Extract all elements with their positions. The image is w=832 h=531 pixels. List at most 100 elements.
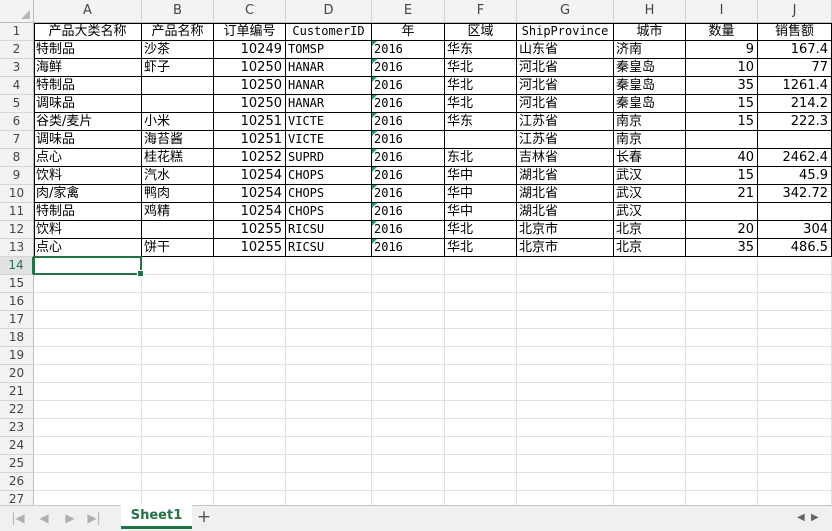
data-cell[interactable]: 东北 (445, 149, 517, 167)
data-cell[interactable]: 鸡精 (142, 203, 214, 221)
grid-cell[interactable] (142, 365, 214, 383)
data-cell[interactable] (686, 131, 758, 149)
data-cell[interactable]: 45.9 (758, 167, 832, 185)
grid-cell[interactable] (445, 293, 517, 311)
grid-cell[interactable] (372, 401, 445, 419)
data-cell[interactable]: 特制品 (34, 203, 142, 221)
grid-cell[interactable] (34, 437, 142, 455)
data-cell[interactable]: 2016 (372, 203, 445, 221)
data-cell[interactable]: 武汉 (614, 185, 686, 203)
grid-cell[interactable] (142, 347, 214, 365)
row-header-17[interactable]: 17 (0, 311, 34, 329)
grid-cell[interactable] (372, 275, 445, 293)
data-cell[interactable]: 点心 (34, 149, 142, 167)
row-header-15[interactable]: 15 (0, 275, 34, 293)
row-header-10[interactable]: 10 (0, 185, 34, 203)
row-header-22[interactable]: 22 (0, 401, 34, 419)
grid-cell[interactable] (758, 473, 832, 491)
data-cell[interactable]: 北京市 (517, 239, 614, 257)
grid-cell[interactable] (517, 383, 614, 401)
grid-cell[interactable] (686, 455, 758, 473)
data-cell[interactable]: 2016 (372, 95, 445, 113)
grid-cell[interactable] (214, 275, 286, 293)
data-cell[interactable]: 湖北省 (517, 203, 614, 221)
grid-cell[interactable] (686, 419, 758, 437)
column-header-C[interactable]: C (214, 0, 286, 23)
grid-cell[interactable] (445, 473, 517, 491)
data-cell[interactable]: 华北 (445, 77, 517, 95)
data-cell[interactable]: 饮料 (34, 221, 142, 239)
data-cell[interactable]: 河北省 (517, 95, 614, 113)
row-header-26[interactable]: 26 (0, 473, 34, 491)
data-cell[interactable]: VICTE (286, 113, 372, 131)
grid-cell[interactable] (614, 491, 686, 505)
data-cell[interactable]: 10 (686, 59, 758, 77)
grid-cell[interactable] (686, 311, 758, 329)
data-cell[interactable]: 35 (686, 77, 758, 95)
row-header-19[interactable]: 19 (0, 347, 34, 365)
grid-cell[interactable] (372, 383, 445, 401)
grid-cell[interactable] (286, 437, 372, 455)
grid-cell[interactable] (214, 257, 286, 275)
grid-cell[interactable] (142, 275, 214, 293)
data-cell[interactable]: 秦皇岛 (614, 95, 686, 113)
data-cell[interactable]: 2462.4 (758, 149, 832, 167)
grid-cell[interactable] (34, 365, 142, 383)
grid-cell[interactable] (445, 401, 517, 419)
grid-cell[interactable] (286, 293, 372, 311)
data-cell[interactable]: 南京 (614, 113, 686, 131)
data-cell[interactable]: 304 (758, 221, 832, 239)
grid-cell[interactable] (142, 383, 214, 401)
data-cell[interactable]: 35 (686, 239, 758, 257)
grid-cell[interactable] (686, 383, 758, 401)
grid-cell[interactable] (517, 257, 614, 275)
grid-cell[interactable] (142, 491, 214, 505)
grid-cell[interactable] (34, 257, 142, 275)
grid-cell[interactable] (445, 347, 517, 365)
row-header-14[interactable]: 14 (0, 257, 34, 275)
grid-cell[interactable] (142, 419, 214, 437)
row-header-12[interactable]: 12 (0, 221, 34, 239)
row-header-24[interactable]: 24 (0, 437, 34, 455)
row-header-8[interactable]: 8 (0, 149, 34, 167)
grid-cell[interactable] (214, 455, 286, 473)
data-cell[interactable]: CHOPS (286, 203, 372, 221)
data-cell[interactable]: 77 (758, 59, 832, 77)
header-cell[interactable]: 产品名称 (142, 23, 214, 41)
data-cell[interactable]: 40 (686, 149, 758, 167)
row-header-18[interactable]: 18 (0, 329, 34, 347)
data-cell[interactable]: 武汉 (614, 167, 686, 185)
data-cell[interactable]: 10250 (214, 59, 286, 77)
data-cell[interactable]: 2016 (372, 113, 445, 131)
grid-cell[interactable] (214, 437, 286, 455)
data-cell[interactable]: 特制品 (34, 41, 142, 59)
data-cell[interactable]: 10254 (214, 203, 286, 221)
data-cell[interactable]: 10250 (214, 95, 286, 113)
data-cell[interactable]: 小米 (142, 113, 214, 131)
grid-cell[interactable] (286, 347, 372, 365)
data-cell[interactable]: 华中 (445, 203, 517, 221)
data-cell[interactable]: 秦皇岛 (614, 77, 686, 95)
data-cell[interactable]: 486.5 (758, 239, 832, 257)
data-cell[interactable]: 214.2 (758, 95, 832, 113)
grid-cell[interactable] (517, 275, 614, 293)
data-cell[interactable]: 2016 (372, 59, 445, 77)
data-cell[interactable]: 江苏省 (517, 131, 614, 149)
data-cell[interactable]: 10249 (214, 41, 286, 59)
column-header-A[interactable]: A (34, 0, 142, 23)
column-header-B[interactable]: B (142, 0, 214, 23)
data-cell[interactable]: 点心 (34, 239, 142, 257)
data-cell[interactable]: 华北 (445, 59, 517, 77)
data-cell[interactable]: 20 (686, 221, 758, 239)
grid-cell[interactable] (214, 311, 286, 329)
grid-cell[interactable] (614, 365, 686, 383)
grid-cell[interactable] (758, 293, 832, 311)
data-cell[interactable]: 10254 (214, 167, 286, 185)
header-cell[interactable]: 区域 (445, 23, 517, 41)
grid-cell[interactable] (372, 347, 445, 365)
grid-cell[interactable] (286, 329, 372, 347)
data-cell[interactable]: 华北 (445, 239, 517, 257)
row-header-13[interactable]: 13 (0, 239, 34, 257)
scroll-left-icon[interactable]: ◀ (797, 510, 805, 526)
data-cell[interactable] (758, 203, 832, 221)
